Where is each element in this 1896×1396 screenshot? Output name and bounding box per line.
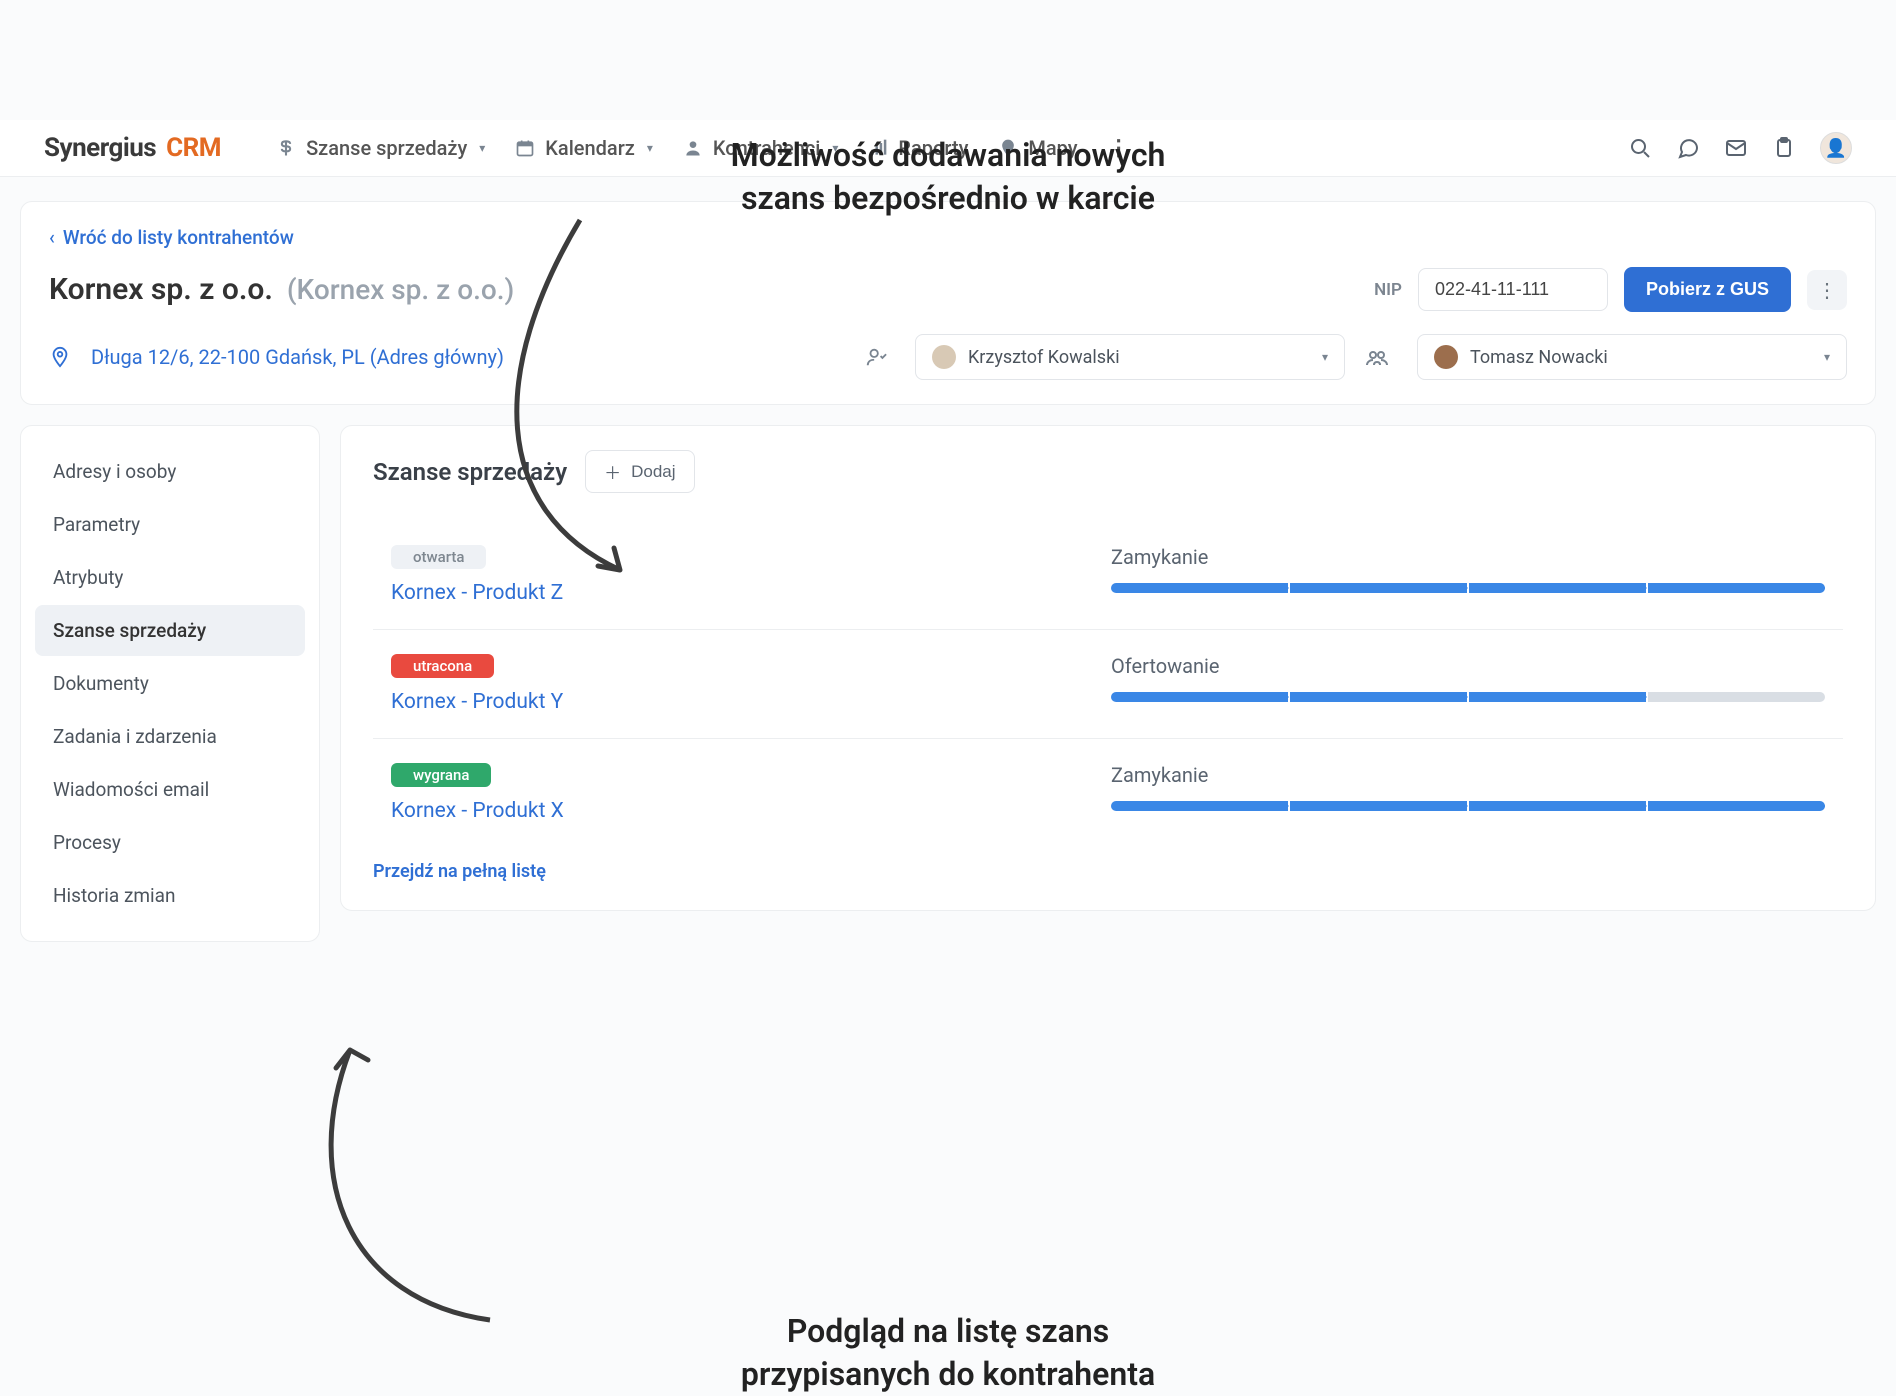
owner-secondary-select[interactable]: Tomasz Nowacki ▾ [1417, 334, 1847, 380]
sidebar-item[interactable]: Historia zmian [35, 870, 305, 921]
sidebar-item[interactable]: Atrybuty [35, 552, 305, 603]
back-link[interactable]: ‹ Wróć do listy kontrahentów [49, 226, 294, 249]
opportunity-list: otwartaKornex - Produkt ZZamykanieutraco… [373, 521, 1843, 847]
company-alt-name: (Kornex sp. z o.o.) [287, 273, 514, 306]
annotation-arrow-bottom [290, 1020, 590, 1340]
owner-secondary-name: Tomasz Nowacki [1470, 347, 1608, 368]
stage-label: Ofertowanie [1111, 654, 1825, 678]
opportunity-row: otwarta Kornex - Produkt ZZamykanie [373, 521, 1843, 630]
opportunity-row: wygrana Kornex - Produkt XZamykanie [373, 739, 1843, 847]
status-badge: utracona [391, 654, 494, 678]
progress-segment [1469, 692, 1646, 702]
sidebar-item[interactable]: Szanse sprzedaży [35, 605, 305, 656]
chevron-down-icon: ▾ [1824, 350, 1830, 364]
sidebar-nav: Adresy i osobyParametryAtrybutySzanse sp… [20, 425, 320, 942]
sidebar-item[interactable]: Zadania i zdarzenia [35, 711, 305, 762]
owner-primary-name: Krzysztof Kowalski [968, 347, 1120, 368]
full-list-link[interactable]: Przejdź na pełną listę [373, 861, 546, 882]
opportunity-link[interactable]: Kornex - Produkt Z [391, 581, 1111, 605]
progress-segment [1469, 801, 1646, 811]
back-link-label: Wróć do listy kontrahentów [63, 226, 294, 249]
sidebar-item[interactable]: Parametry [35, 499, 305, 550]
sidebar-item[interactable]: Dokumenty [35, 658, 305, 709]
stage-label: Zamykanie [1111, 545, 1825, 569]
progress-segment [1469, 583, 1646, 593]
opportunity-row: utracona Kornex - Produkt YOfertowanie [373, 630, 1843, 739]
opportunity-link[interactable]: Kornex - Produkt Y [391, 690, 1111, 714]
annotation-bottom: Podgląd na listę szansprzypisanych do ko… [0, 1310, 1896, 1396]
gus-fetch-button[interactable]: Pobierz z GUS [1624, 267, 1791, 312]
section-title: Szanse sprzedaży [373, 458, 567, 486]
owner-avatar [1434, 345, 1458, 369]
nip-input[interactable] [1418, 268, 1608, 311]
person-assign-icon [865, 346, 887, 368]
nip-label: NIP [1374, 280, 1402, 300]
status-badge: otwarta [391, 545, 486, 569]
owner-avatar [932, 345, 956, 369]
stage-label: Zamykanie [1111, 763, 1825, 787]
opportunity-link[interactable]: Kornex - Produkt X [391, 799, 1111, 823]
chevron-left-icon: ‹ [49, 226, 55, 249]
more-actions-button[interactable]: ⋮ [1807, 270, 1847, 310]
sidebar-item[interactable]: Adresy i osoby [35, 446, 305, 497]
dots-vertical-icon: ⋮ [1817, 278, 1837, 302]
add-opportunity-button[interactable]: ＋ Dodaj [585, 450, 694, 493]
opportunities-panel: Szanse sprzedaży ＋ Dodaj otwarta Kornex -… [340, 425, 1876, 911]
progress-bar [1111, 583, 1825, 593]
progress-segment [1290, 583, 1467, 593]
status-badge: wygrana [391, 763, 491, 787]
progress-segment [1111, 583, 1288, 593]
progress-segment [1111, 801, 1288, 811]
progress-segment [1111, 692, 1288, 702]
progress-segment [1290, 692, 1467, 702]
chevron-down-icon: ▾ [1322, 350, 1328, 364]
progress-segment [1648, 801, 1825, 811]
company-address[interactable]: Długa 12/6, 22-100 Gdańsk, PL (Adres głó… [91, 345, 504, 369]
company-header-card: ‹ Wróć do listy kontrahentów Kornex sp. … [20, 201, 1876, 405]
add-button-label: Dodaj [631, 462, 675, 482]
progress-bar [1111, 801, 1825, 811]
progress-segment [1648, 692, 1825, 702]
progress-segment [1648, 583, 1825, 593]
annotation-top: Możliwość dodawania nowychszans bezpośre… [0, 134, 1896, 220]
plus-icon: ＋ [604, 459, 621, 484]
location-icon [49, 346, 71, 368]
owner-primary-select[interactable]: Krzysztof Kowalski ▾ [915, 334, 1345, 380]
sidebar-item[interactable]: Wiadomości email [35, 764, 305, 815]
progress-segment [1290, 801, 1467, 811]
company-name: Kornex sp. z o.o. [49, 272, 273, 307]
progress-bar [1111, 692, 1825, 702]
group-icon [1365, 345, 1389, 369]
sidebar-item[interactable]: Procesy [35, 817, 305, 868]
